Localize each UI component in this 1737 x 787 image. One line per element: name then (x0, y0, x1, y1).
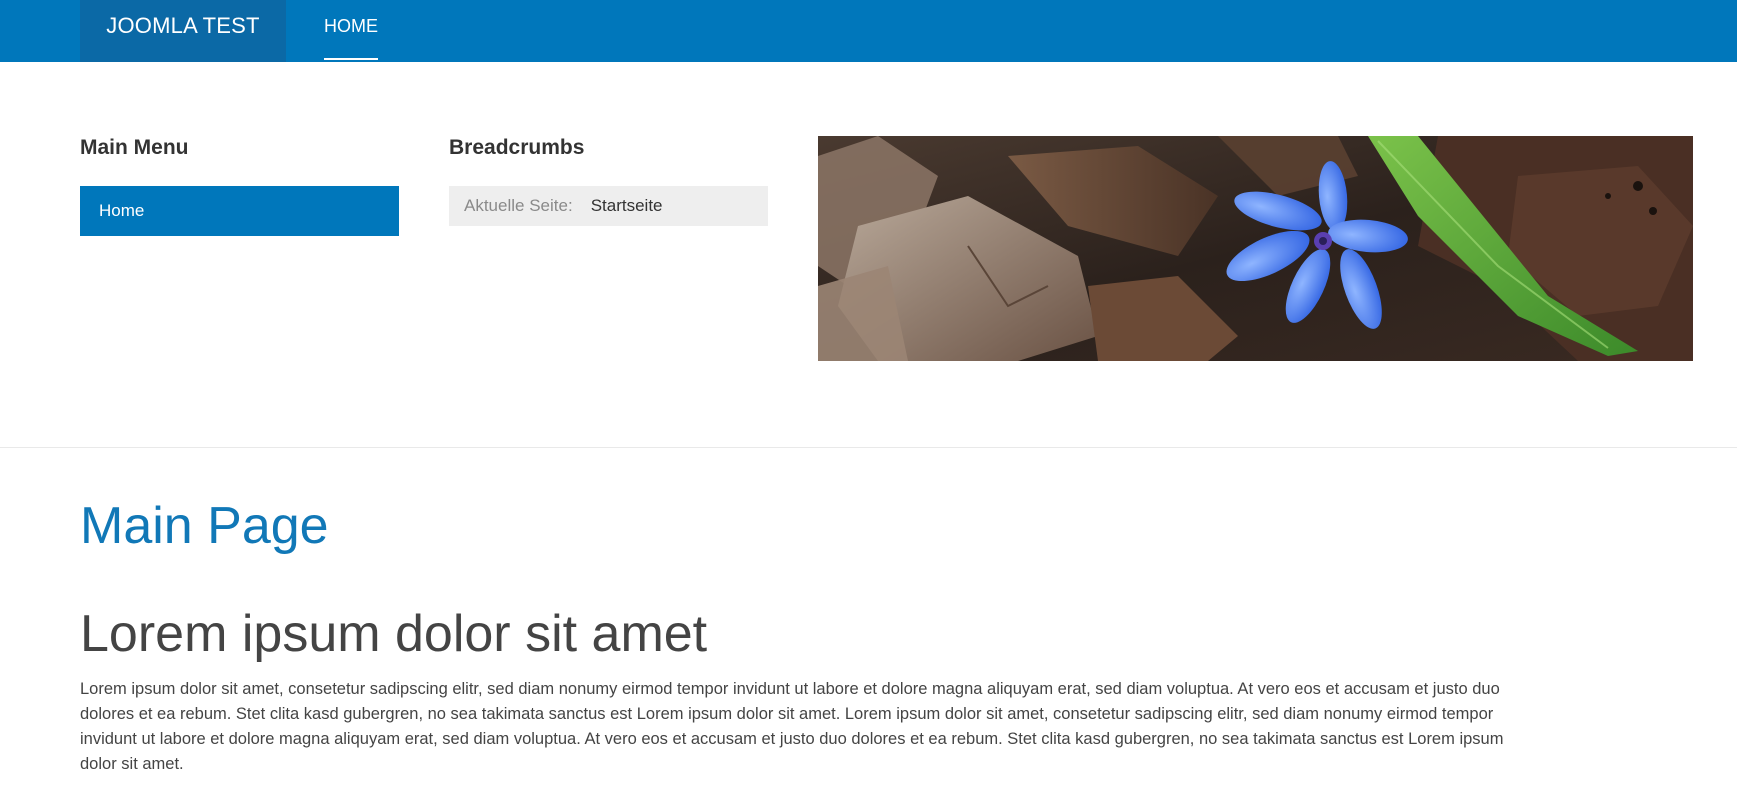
breadcrumb: Aktuelle Seite: Startseite (449, 186, 768, 226)
article-body: Lorem ipsum dolor sit amet, consetetur s… (80, 680, 1504, 773)
main-menu-title: Main Menu (80, 136, 189, 159)
nav-item-home-label: HOME (324, 16, 378, 36)
page-heading: Main Page (80, 497, 329, 555)
main-menu-item-home[interactable]: Home (80, 186, 399, 236)
active-nav-underline (324, 58, 378, 60)
site-brand-link[interactable]: JOOMLA TEST (80, 0, 286, 62)
breadcrumb-current: Startseite (590, 196, 663, 215)
top-navbar: JOOMLA TEST HOME (0, 0, 1737, 62)
nav-item-home[interactable]: HOME (324, 0, 378, 62)
breadcrumb-prefix: Aktuelle Seite: (464, 196, 573, 215)
banner-image (818, 136, 1693, 361)
section-divider (0, 447, 1737, 448)
article-title: Lorem ipsum dolor sit amet (80, 605, 708, 663)
breadcrumbs-title: Breadcrumbs (449, 136, 585, 159)
